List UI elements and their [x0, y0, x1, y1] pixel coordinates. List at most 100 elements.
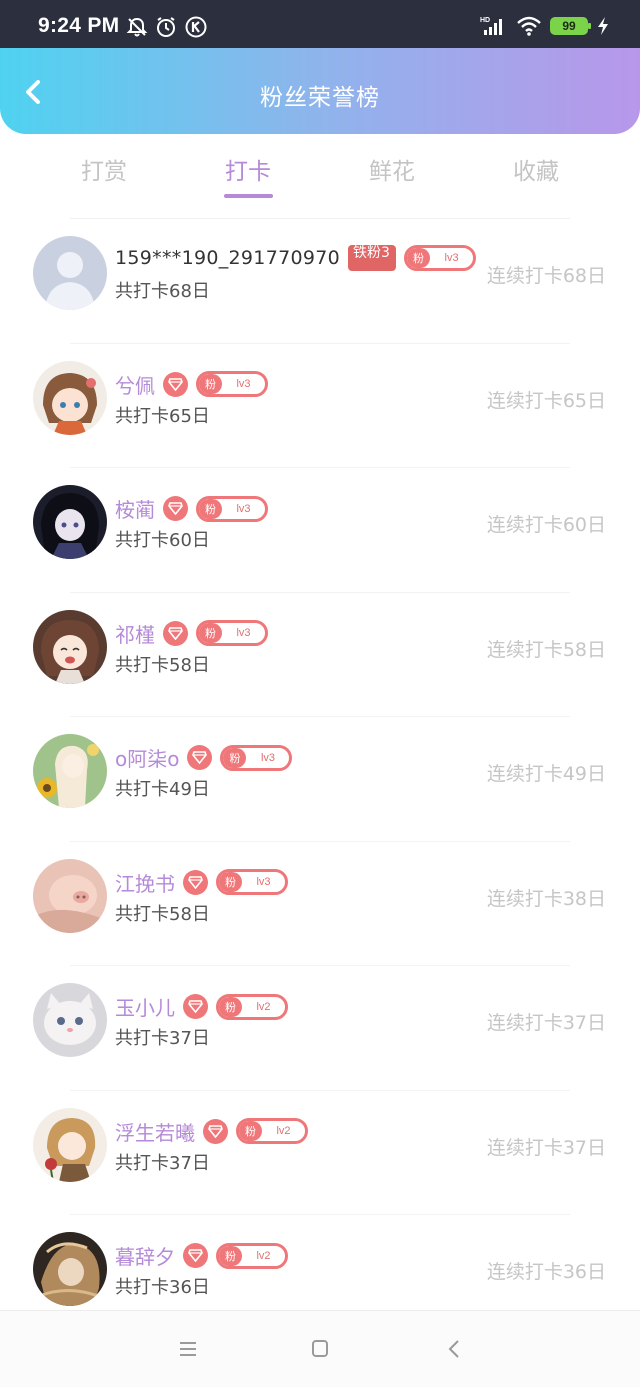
fan-name: 159***190_291770970	[115, 247, 341, 269]
diamond-heart-icon	[163, 371, 188, 397]
avatar[interactable]	[33, 1232, 107, 1306]
fan-name: 兮佩	[115, 373, 155, 398]
diamond-heart-icon	[183, 1243, 208, 1268]
total-checkin: 共打卡65日	[115, 405, 210, 427]
total-checkin: 共打卡60日	[115, 530, 210, 551]
tab-bar: 打赏 打卡 鲜花 收藏	[0, 134, 640, 219]
avatar[interactable]	[33, 360, 107, 435]
list-item[interactable]: o阿柒o 粉 lv3 共打卡49日 连续打卡49日	[0, 717, 640, 842]
fan-name: 桉蔺	[115, 498, 155, 522]
total-checkin: 共打卡36日	[115, 1277, 210, 1298]
streak-checkin: 连续打卡49日	[486, 763, 606, 785]
list-item[interactable]: 兮佩 粉 lv3 共打卡65日 连续打卡65日	[0, 344, 640, 468]
diamond-heart-icon	[183, 869, 208, 895]
fan-name: 祁槿	[115, 622, 155, 647]
diamond-heart-icon	[203, 1118, 228, 1144]
fan-level-badge: 粉 lv3	[196, 495, 268, 522]
menu-icon[interactable]	[174, 1337, 202, 1361]
avatar[interactable]	[33, 1107, 107, 1182]
fan-level: lv3	[444, 252, 459, 264]
fan-level: lv3	[236, 627, 251, 639]
diamond-heart-icon	[187, 745, 213, 770]
fan-level-badge: 粉 lv3	[404, 245, 477, 271]
streak-checkin: 连续打卡58日	[486, 638, 606, 661]
page-title: 粉丝荣誉榜	[260, 85, 380, 111]
fan-level-badge: 粉 lv3	[196, 620, 268, 646]
fan-level-badge: 粉 lv2	[216, 1242, 288, 1269]
streak-checkin: 连续打卡38日	[486, 887, 606, 910]
fan-name: 暮辞夕	[115, 1245, 175, 1269]
fan-tag: 粉	[199, 623, 222, 643]
fan-tag: 粉	[219, 1245, 242, 1266]
list-item[interactable]: 祁槿 粉 lv3 共打卡58日 连续打卡58日	[0, 593, 640, 717]
fan-tag: 粉	[239, 1121, 262, 1141]
status-time: 9:24 PM	[38, 14, 120, 37]
active-tab-indicator	[224, 194, 273, 198]
back-triangle-icon[interactable]	[440, 1337, 468, 1361]
fan-level: lv3	[260, 751, 276, 764]
avatar[interactable]	[33, 983, 107, 1057]
tab-flowers[interactable]: 鲜花	[332, 152, 452, 186]
list-item[interactable]: 159***190_291770970 铁粉3 粉 lv3 共打卡68日 连续打…	[0, 219, 640, 344]
diamond-heart-icon	[163, 496, 188, 521]
streak-checkin: 连续打卡37日	[486, 1136, 606, 1159]
charging-icon	[598, 17, 608, 35]
total-checkin: 共打卡37日	[115, 1152, 210, 1174]
battery-icon: 99	[550, 17, 591, 35]
tab-checkin[interactable]: 打卡	[188, 152, 308, 186]
list-item[interactable]: 江挽书 粉 lv3 共打卡58日 连续打卡38日	[0, 842, 640, 966]
streak-checkin: 连续打卡68日	[486, 265, 606, 287]
total-checkin: 共打卡68日	[115, 281, 210, 302]
fan-level: lv3	[256, 876, 271, 888]
fan-level: lv2	[256, 1000, 271, 1013]
status-bar: 9:24 PM HD 99	[0, 0, 640, 48]
fan-level-badge: 粉 lv3	[216, 869, 288, 895]
fan-level: lv3	[236, 378, 251, 390]
fan-name: 玉小儿	[115, 996, 175, 1020]
streak-checkin: 连续打卡36日	[486, 1261, 606, 1283]
avatar[interactable]	[33, 734, 107, 808]
wifi-icon	[517, 16, 541, 36]
svg-text:HD: HD	[480, 17, 490, 24]
alarm-icon	[157, 17, 175, 37]
fan-level: lv2	[256, 1249, 271, 1262]
total-checkin: 共打卡58日	[115, 654, 210, 676]
fan-level-badge: 粉 lv3	[196, 371, 268, 397]
iron-fan-badge: 铁粉3	[348, 245, 397, 271]
avatar[interactable]	[33, 236, 107, 310]
streak-checkin: 连续打卡65日	[486, 389, 606, 412]
avatar[interactable]	[33, 858, 107, 933]
total-checkin: 共打卡37日	[115, 1028, 210, 1049]
fan-level-badge: 粉 lv2	[236, 1118, 308, 1144]
streak-checkin: 连续打卡37日	[486, 1012, 606, 1034]
fan-tag: 粉	[219, 996, 242, 1017]
home-square-icon[interactable]	[306, 1337, 334, 1361]
tab-favorites[interactable]: 收藏	[476, 152, 596, 186]
mute-icon	[126, 17, 148, 37]
fan-name: 江挽书	[115, 871, 175, 896]
fan-tag: 粉	[407, 248, 431, 268]
signal-icon: HD	[480, 17, 502, 35]
streak-checkin: 连续打卡60日	[486, 514, 606, 536]
fan-level: lv3	[236, 502, 251, 515]
fan-level-badge: 粉 lv3	[220, 744, 293, 771]
tab-reward[interactable]: 打赏	[44, 152, 164, 186]
avatar[interactable]	[33, 485, 107, 559]
fan-level-badge: 粉 lv2	[216, 993, 288, 1020]
fan-name: o阿柒o	[115, 747, 180, 771]
header-bar: 粉丝荣誉榜	[0, 48, 640, 134]
list-item[interactable]: 玉小儿 粉 lv2 共打卡37日 连续打卡37日	[0, 966, 640, 1091]
total-checkin: 共打卡49日	[115, 779, 210, 800]
diamond-heart-icon	[163, 620, 188, 646]
fan-tag: 粉	[219, 872, 242, 892]
system-nav-bar	[0, 1310, 640, 1387]
fan-tag: 粉	[199, 498, 222, 519]
k-icon	[185, 16, 207, 38]
list-item[interactable]: 桉蔺 粉 lv3 共打卡60日 连续打卡60日	[0, 468, 640, 593]
fan-level: lv2	[276, 1125, 291, 1137]
fan-tag: 粉	[223, 747, 247, 768]
list-item[interactable]: 浮生若曦 粉 lv2 共打卡37日 连续打卡37日	[0, 1091, 640, 1215]
total-checkin: 共打卡58日	[115, 903, 210, 925]
avatar[interactable]	[33, 609, 107, 684]
diamond-heart-icon	[183, 994, 208, 1019]
